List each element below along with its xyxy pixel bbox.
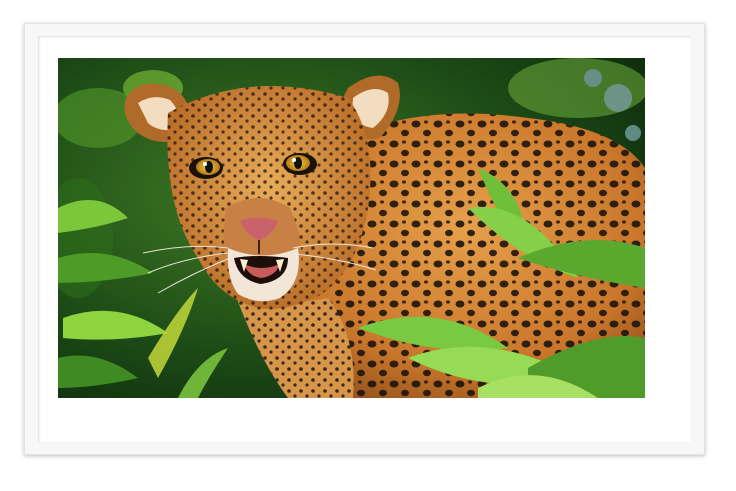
leopard-photo <box>58 58 645 398</box>
picture-frame <box>24 23 705 455</box>
leopard-artwork <box>58 58 645 398</box>
